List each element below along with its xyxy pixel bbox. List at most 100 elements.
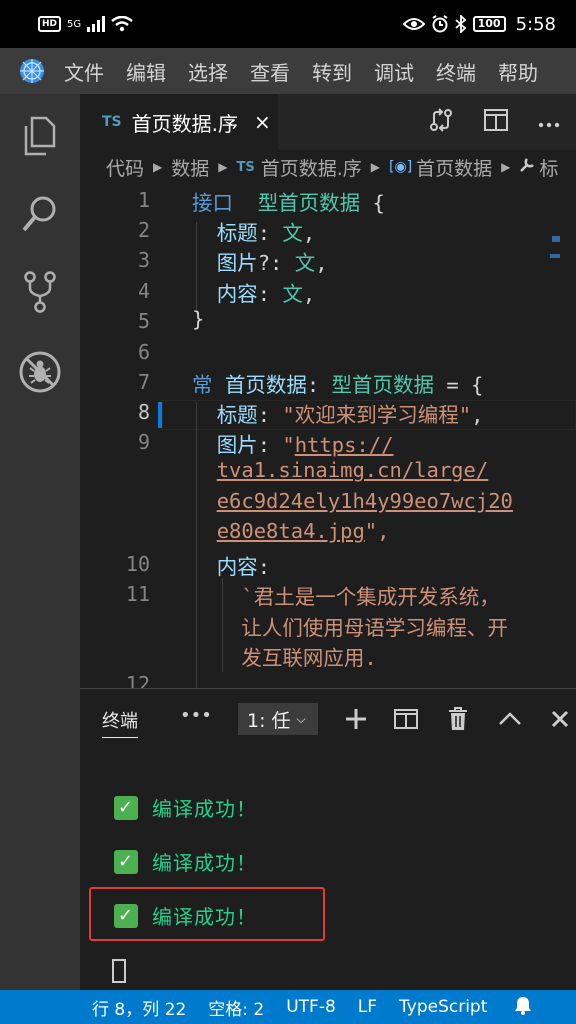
battery-icon: 100 (472, 16, 506, 32)
terminal-selector[interactable]: 1: 任 ⌵ (238, 703, 318, 735)
app-logo-icon[interactable] (0, 57, 64, 85)
explorer-icon[interactable] (18, 114, 62, 158)
end-of-line[interactable]: LF (358, 997, 377, 1017)
tab-home-data[interactable]: TS 首页数据.序 × (80, 94, 278, 150)
chevron-right-icon: ▶ (218, 160, 228, 174)
debug-icon[interactable] (18, 350, 62, 394)
bell-icon[interactable] (513, 995, 533, 1020)
menu-selection[interactable]: 选择 (188, 57, 228, 86)
source-control-icon[interactable] (18, 270, 62, 314)
chevron-right-icon: ▶ (153, 160, 163, 174)
code-line: 标题: 文, (216, 221, 316, 245)
close-panel-icon[interactable] (546, 705, 574, 733)
terminal-cursor[interactable] (112, 959, 126, 983)
bluetooth-icon (455, 15, 466, 33)
code-line: 接口 型首页数据 { (192, 191, 385, 215)
terminal-panel: 终端 ••• 1: 任 ⌵ ✓ 编译成功！ ✓ 编译成功！ ✓ 编译成功！ (80, 688, 576, 990)
code-line: 发互联网应用. (241, 646, 377, 670)
tab-title: 首页数据.序 (131, 111, 238, 136)
breadcrumb-item-data[interactable]: 数据 (171, 154, 209, 181)
menu-go[interactable]: 转到 (312, 57, 352, 86)
wrench-icon (519, 156, 535, 178)
code-line: 常 首页数据: 型首页数据 = { (192, 373, 484, 397)
search-icon[interactable] (18, 192, 62, 236)
typescript-file-icon: TS (236, 159, 255, 175)
code-line: `君土是一个集成开发系统， (241, 585, 500, 609)
line-number-active: 8 (137, 400, 150, 424)
compare-changes-icon[interactable] (428, 107, 454, 137)
line-number: 6 (137, 340, 150, 364)
line-number: 9 (137, 430, 150, 454)
line-number: 10 (125, 552, 150, 576)
line-number: 7 (137, 370, 150, 394)
indentation[interactable]: 空格: 2 (208, 995, 264, 1020)
code-editor[interactable]: 1 2 3 4 5 6 7 8 9 10 11 12 接口 型首页数据 { 标题… (80, 184, 576, 688)
tab-terminal[interactable]: 终端 (102, 707, 138, 738)
code-line: 内容: (216, 555, 271, 579)
line-number: 11 (125, 582, 150, 606)
network-type: 5G (67, 18, 82, 30)
split-editor-icon[interactable] (484, 109, 508, 135)
signal-icon (87, 16, 106, 32)
check-mark-icon: ✓ (114, 849, 138, 874)
typescript-file-icon: TS (102, 114, 122, 130)
activity-bar (0, 94, 80, 990)
encoding[interactable]: UTF-8 (286, 997, 336, 1017)
line-number: 2 (137, 218, 150, 242)
code-line: e6c9d24ely1h4y99eo7wcj20 (216, 489, 513, 513)
overview-ruler-mark (552, 236, 560, 242)
code-line: 图片: "https:// (216, 433, 394, 457)
eye-icon (402, 18, 425, 30)
clock: 5:58 (515, 13, 556, 35)
terminal-output-line: ✓ 编译成功！ (114, 847, 257, 876)
code-line: } (192, 307, 205, 331)
editor-status-bar: 行 8，列 22 空格: 2 UTF-8 LF TypeScript (0, 990, 576, 1024)
alarm-icon (432, 15, 448, 33)
code-line: 标题: "欢迎来到学习编程", (216, 403, 484, 427)
menu-view[interactable]: 查看 (250, 57, 290, 86)
chevron-down-icon: ⌵ (296, 711, 306, 726)
editor-actions (428, 94, 576, 150)
split-terminal-icon[interactable] (392, 705, 420, 733)
highlight-annotation (89, 887, 325, 941)
line-number: 12 (125, 672, 150, 688)
terminal-output-line: ✓ 编译成功！ (114, 793, 257, 822)
code-line: 内容: 文, (216, 282, 316, 306)
breadcrumb-item-symbol[interactable]: 首页数据 (416, 154, 492, 181)
code-line: 让人们使用母语学习编程、开 (241, 616, 508, 640)
menu-help[interactable]: 帮助 (498, 57, 538, 86)
terminal-selector-value: 1: 任 (247, 709, 291, 732)
cursor-position[interactable]: 行 8，列 22 (92, 995, 186, 1020)
more-actions-icon[interactable] (538, 113, 560, 132)
code-line: e80e8ta4.jpg", (216, 519, 390, 543)
menu-bar: 文件 编辑 选择 查看 转到 调试 终端 帮助 (0, 48, 576, 94)
code-line: 图片?: 文, (216, 251, 328, 275)
language-mode[interactable]: TypeScript (399, 997, 487, 1017)
menu-file[interactable]: 文件 (64, 57, 104, 86)
line-number: 5 (137, 309, 150, 333)
code-line: tva1.sinaimg.cn/large/ (216, 458, 489, 482)
breadcrumb: 代码 ▶ 数据 ▶ TS 首页数据.序 ▶ [◉] 首页数据 ▶ 标 (80, 150, 576, 184)
panel-header: 终端 ••• 1: 任 ⌵ (80, 689, 576, 749)
tab-close-button[interactable]: × (254, 110, 271, 134)
menu-edit[interactable]: 编辑 (126, 57, 166, 86)
menu-terminal[interactable]: 终端 (436, 57, 476, 86)
chevron-right-icon: ▶ (501, 160, 511, 174)
line-number: 1 (137, 188, 150, 212)
menu-debug[interactable]: 调试 (374, 57, 414, 86)
modified-line-marker (158, 402, 162, 428)
new-terminal-icon[interactable] (342, 705, 370, 733)
object-symbol-icon: [◉] (389, 159, 413, 175)
editor-tab-strip: TS 首页数据.序 × (80, 94, 576, 150)
panel-more-icon[interactable]: ••• (180, 705, 212, 726)
chevron-right-icon: ▶ (370, 160, 381, 174)
trash-icon[interactable] (444, 705, 472, 733)
breadcrumb-item-property[interactable]: 标 (539, 154, 558, 181)
chevron-up-icon[interactable] (496, 705, 524, 733)
hd-badge: HD (38, 16, 62, 32)
breadcrumb-item-code[interactable]: 代码 (106, 154, 144, 181)
line-number: 3 (137, 248, 150, 272)
check-mark-icon: ✓ (114, 795, 138, 820)
breadcrumb-item-file[interactable]: 首页数据.序 (261, 154, 362, 181)
wifi-icon (111, 16, 133, 32)
